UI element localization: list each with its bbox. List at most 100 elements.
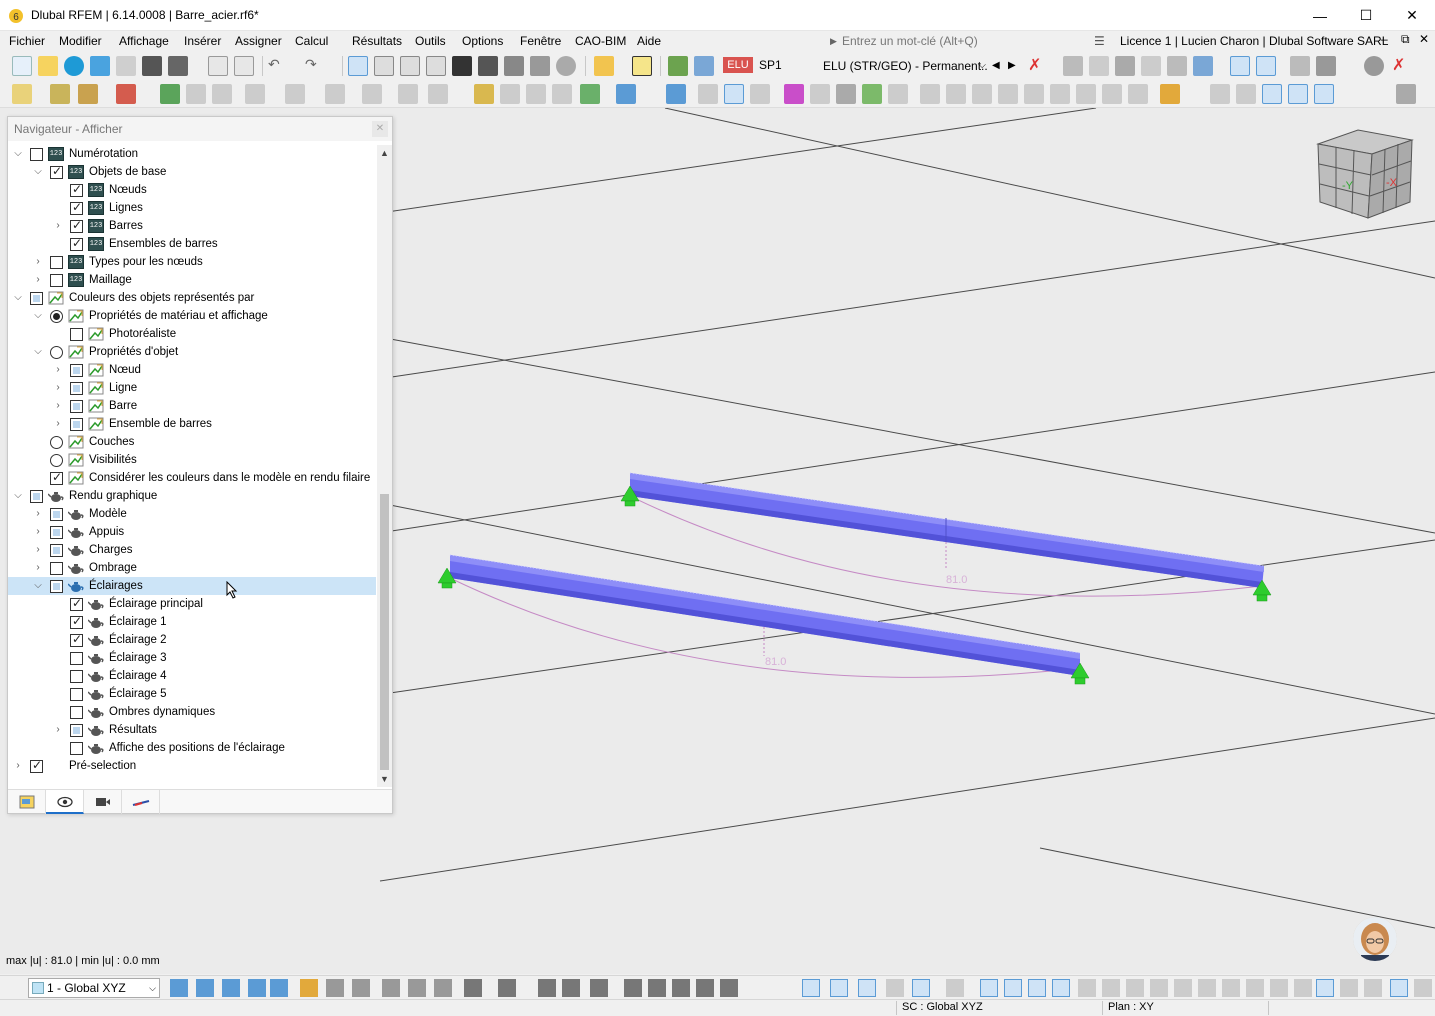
- tree-item-ensembles-de-barres[interactable]: 123 Ensembles de barres: [8, 235, 376, 253]
- mirror-icon[interactable]: [285, 84, 305, 104]
- deformation-icon[interactable]: [1063, 56, 1083, 76]
- tree-item-lignes[interactable]: 123 Lignes: [8, 199, 376, 217]
- menu-fenetre[interactable]: Fenêtre: [520, 34, 561, 48]
- menu-inserer[interactable]: Insérer: [184, 34, 221, 48]
- guide-icon[interactable]: [552, 84, 572, 104]
- status-coordinate-system[interactable]: SC : Global XYZ: [902, 1001, 983, 1013]
- tree-item-eclairage-4[interactable]: Éclairage 4: [8, 667, 376, 685]
- snap-intersection-icon[interactable]: [696, 979, 714, 997]
- data-icon[interactable]: [426, 56, 446, 76]
- align-4-icon[interactable]: [998, 84, 1018, 104]
- mode-18-icon[interactable]: [1390, 979, 1408, 997]
- tab-display[interactable]: [46, 790, 84, 814]
- load-wizard2-icon[interactable]: [616, 84, 636, 104]
- chevron-down-icon[interactable]: ⌵: [12, 291, 24, 305]
- menu-calcul[interactable]: Calcul: [295, 34, 328, 48]
- tree-item-barre[interactable]: › Barre: [8, 397, 376, 415]
- checkbox[interactable]: [70, 182, 83, 197]
- checkbox[interactable]: [70, 382, 83, 395]
- checkbox[interactable]: [70, 652, 83, 665]
- tree-item-numerotation[interactable]: ⌵ 123 Numérotation: [8, 145, 376, 163]
- tree-item-rendu-graphique[interactable]: ⌵ Rendu graphique: [8, 487, 376, 505]
- solid-icon[interactable]: [836, 84, 856, 104]
- tree-item-eclairage-2[interactable]: Éclairage 2: [8, 631, 376, 649]
- chevron-right-icon[interactable]: ›: [32, 507, 44, 521]
- chevron-right-icon[interactable]: ›: [52, 417, 64, 431]
- tree-item-maillage[interactable]: › 123 Maillage: [8, 271, 376, 289]
- scroll-down-icon[interactable]: ▼: [377, 771, 392, 787]
- member-1[interactable]: [629, 472, 1265, 588]
- save-icon[interactable]: [142, 56, 162, 76]
- chevron-right-icon[interactable]: ›: [52, 219, 64, 233]
- checkbox[interactable]: [70, 632, 83, 647]
- menu-options[interactable]: Options: [462, 34, 503, 48]
- align-1-icon[interactable]: [920, 84, 940, 104]
- view-front-icon[interactable]: [196, 979, 214, 997]
- mode-7-icon[interactable]: [1126, 979, 1144, 997]
- report-icon[interactable]: [208, 56, 228, 76]
- dimension-icon[interactable]: [400, 56, 420, 76]
- mode-9-icon[interactable]: [1174, 979, 1192, 997]
- chevron-down-icon[interactable]: ⌵: [12, 147, 24, 161]
- chevron-down-icon[interactable]: ⌵: [32, 345, 44, 359]
- tree-item-resultats[interactable]: › Résultats: [8, 721, 376, 739]
- polyline-icon[interactable]: [116, 84, 136, 104]
- chevron-right-icon[interactable]: ›: [32, 543, 44, 557]
- tree-item-positions-eclairage[interactable]: Affiche des positions de l'éclairage: [8, 739, 376, 757]
- chevron-right-icon[interactable]: ›: [32, 561, 44, 575]
- delete-results-icon[interactable]: ✗: [1392, 56, 1412, 76]
- zoom-icon[interactable]: [434, 979, 452, 997]
- mode-17-icon[interactable]: [1364, 979, 1382, 997]
- snap-line-icon[interactable]: [538, 979, 556, 997]
- redo-icon[interactable]: ↷: [305, 56, 325, 76]
- deformed-icon[interactable]: [784, 84, 804, 104]
- result-diagram-icon[interactable]: [1256, 56, 1276, 76]
- checkbox[interactable]: [70, 418, 83, 431]
- checkbox[interactable]: [50, 164, 63, 179]
- tree-item-modele[interactable]: › Modèle: [8, 505, 376, 523]
- tree-item-proprietes-materiau[interactable]: ⌵ Propriétés de matériau et affichage: [8, 307, 376, 325]
- tab-views[interactable]: [84, 790, 122, 814]
- checkbox[interactable]: [30, 490, 43, 503]
- view-x-icon[interactable]: [1262, 84, 1282, 104]
- wireframe-icon[interactable]: [750, 84, 770, 104]
- mode-10-icon[interactable]: [1198, 979, 1216, 997]
- load-wizard-icon[interactable]: [668, 56, 688, 76]
- menu-affichage[interactable]: Affichage: [119, 34, 169, 48]
- mode-6-icon[interactable]: [1102, 979, 1120, 997]
- chevron-right-icon[interactable]: ›: [52, 723, 64, 737]
- scale-icon[interactable]: [325, 84, 345, 104]
- line-tool-icon[interactable]: [50, 84, 70, 104]
- color-scale-icon[interactable]: [1160, 84, 1180, 104]
- radio-button[interactable]: [50, 310, 63, 323]
- chevron-right-icon[interactable]: ›: [52, 381, 64, 395]
- status-plane[interactable]: Plan : XY: [1108, 1001, 1154, 1013]
- snap-mid-icon[interactable]: [590, 979, 608, 997]
- xxx-values-icon[interactable]: [1141, 56, 1161, 76]
- tree-item-ligne[interactable]: › Ligne: [8, 379, 376, 397]
- mode-5-icon[interactable]: [1078, 979, 1096, 997]
- radio-button[interactable]: [50, 454, 63, 467]
- align-5-icon[interactable]: [1024, 84, 1044, 104]
- chevron-right-icon[interactable]: ›: [52, 363, 64, 377]
- checkbox[interactable]: [70, 742, 83, 755]
- tree-item-visibilites[interactable]: Visibilités: [8, 451, 376, 469]
- rotate-icon[interactable]: [245, 84, 265, 104]
- calculate-icon[interactable]: [594, 56, 614, 76]
- tree-item-pre-selection[interactable]: › Pré-selection: [8, 757, 376, 775]
- select-icon[interactable]: [12, 84, 32, 104]
- view-icon[interactable]: [556, 56, 576, 76]
- mdi-close-button[interactable]: ✕: [1419, 32, 1429, 46]
- divide-icon[interactable]: [362, 84, 382, 104]
- tree-item-eclairage-3[interactable]: Éclairage 3: [8, 649, 376, 667]
- tree-item-ombres-dynamiques[interactable]: Ombres dynamiques: [8, 703, 376, 721]
- chevron-down-icon[interactable]: ⌵: [32, 165, 44, 179]
- snap-icon[interactable]: [474, 84, 494, 104]
- checkbox[interactable]: [70, 328, 83, 341]
- menu-fichier[interactable]: Fichier: [9, 34, 45, 48]
- support-reactions-icon[interactable]: [1115, 56, 1135, 76]
- snap-tangent-icon[interactable]: [648, 979, 666, 997]
- checkbox[interactable]: [70, 614, 83, 629]
- webservice-icon[interactable]: [90, 56, 110, 76]
- checkbox[interactable]: [70, 400, 83, 413]
